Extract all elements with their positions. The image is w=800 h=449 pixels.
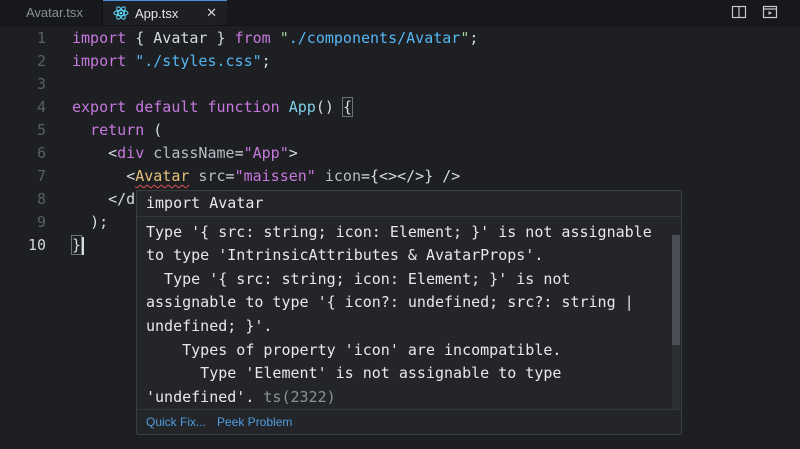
code-line-10: } [70, 234, 85, 257]
code-line-7: <Avatar src="maissen" icon={<></>} /> [126, 167, 461, 185]
hover-actions: Quick Fix... Peek Problem [137, 409, 681, 434]
hover-header: import Avatar [137, 191, 681, 217]
editor-tab-bar: Avatar.tsx App.tsx ✕ [0, 0, 800, 26]
code-line-8: </d [108, 190, 136, 208]
line-number: 1 [36, 29, 46, 47]
quick-fix-link[interactable]: Quick Fix... [146, 415, 206, 429]
tab-avatar-tsx[interactable]: Avatar.tsx [0, 0, 102, 25]
error-code: ts(2322) [263, 388, 336, 406]
line-number: 2 [36, 52, 46, 70]
code-line-2: import "./styles.css"; [72, 52, 271, 70]
line-number-active: 10 [27, 236, 46, 254]
line-number: 6 [36, 144, 46, 162]
code-line-5: return ( [90, 121, 163, 139]
peek-problem-link[interactable]: Peek Problem [217, 415, 292, 429]
split-editor-icon[interactable] [731, 4, 747, 20]
error-squiggle: Avatar [135, 167, 190, 185]
line-number: 3 [36, 75, 46, 93]
error-hover-popup: import Avatar Type '{ src: string; icon:… [136, 190, 682, 435]
tab-label: App.tsx [135, 5, 179, 21]
code-line-1: import { Avatar } from "./components/Ava… [72, 29, 479, 47]
line-number: 7 [36, 167, 46, 185]
code-line-9: ); [90, 213, 109, 231]
code-line-6: <div className="App"> [108, 144, 298, 162]
hover-line: Type '{ src: string; icon: Element; }' i… [146, 270, 571, 288]
hover-line-last: 'undefined'. ts(2322) [146, 388, 336, 406]
line-number: 5 [36, 121, 46, 139]
text-cursor [82, 236, 85, 255]
line-number: 4 [36, 98, 46, 116]
react-icon [113, 6, 129, 20]
hover-line: assignable to type '{ icon?: undefined; … [146, 293, 634, 311]
line-number: 8 [36, 190, 46, 208]
hover-line: to type 'IntrinsicAttributes & AvatarPro… [146, 246, 544, 264]
hover-line: undefined; }'. [146, 317, 273, 335]
tab-app-tsx[interactable]: App.tsx ✕ [103, 0, 227, 25]
matching-bracket: { [341, 97, 353, 117]
line-number: 9 [36, 213, 46, 231]
tab-label: Avatar.tsx [26, 5, 83, 20]
hover-line: Types of property 'icon' are incompatibl… [146, 341, 562, 359]
hover-line: Type 'Element' is not assignable to type [146, 364, 562, 382]
open-preview-icon[interactable] [762, 4, 778, 20]
hover-line: Type '{ src: string; icon: Element; }' i… [146, 223, 652, 241]
hover-scrollbar-thumb[interactable] [672, 235, 680, 345]
close-icon[interactable]: ✕ [206, 5, 217, 21]
code-line-4: export default function App() { [72, 97, 353, 117]
